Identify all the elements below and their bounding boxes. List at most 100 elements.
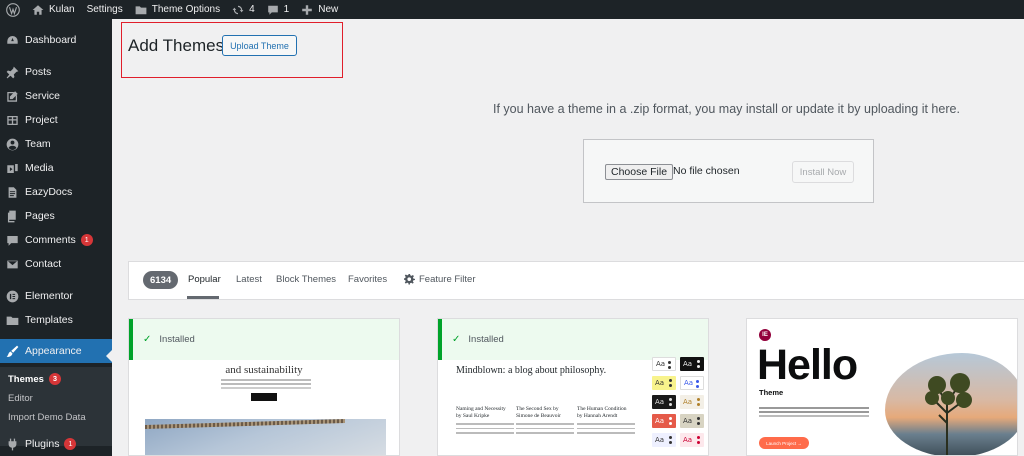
preview-text-line <box>577 432 635 434</box>
submenu-item-themes[interactable]: Themes 3 <box>0 369 112 389</box>
dashboard-icon <box>6 34 19 47</box>
comment-icon <box>267 5 278 15</box>
elementor-logo-icon: IE <box>759 329 771 341</box>
style-swatch: Aa <box>652 357 676 371</box>
theme-preview-heading: and sustainability <box>225 364 303 376</box>
site-name-link[interactable]: Kulan <box>26 0 81 19</box>
plus-icon <box>302 4 313 15</box>
sidebar-item-project[interactable]: Project <box>0 108 112 132</box>
tab-block-themes[interactable]: Block Themes <box>276 274 336 285</box>
checkmark-icon: ✓ <box>143 334 152 345</box>
settings-label: Settings <box>86 4 123 15</box>
comments-link[interactable]: 1 <box>261 0 296 19</box>
document-icon <box>6 186 19 199</box>
table-icon <box>6 114 19 127</box>
checkmark-icon: ✓ <box>452 334 461 345</box>
settings-link[interactable]: Settings <box>81 0 129 19</box>
new-content-link[interactable]: New <box>295 0 344 19</box>
sidebar-item-label: Contact <box>25 258 62 270</box>
sidebar-item-posts[interactable]: Posts <box>0 60 112 84</box>
sidebar-item-plugins[interactable]: Plugins 1 <box>0 432 112 456</box>
style-swatch: Aa <box>680 376 704 390</box>
installed-label: Installed <box>468 334 504 345</box>
theme-card[interactable]: IE Hello Theme Launch Project → <box>746 318 1018 456</box>
sidebar-item-media[interactable]: Media <box>0 156 112 180</box>
submenu-item-import-demo-data[interactable]: Import Demo Data <box>0 407 112 427</box>
submenu-item-label: Editor <box>8 392 33 404</box>
edit-icon <box>6 90 19 103</box>
sidebar-item-label: Team <box>25 138 51 150</box>
preview-post-title: Naming and Necessity <box>456 406 506 412</box>
tab-latest[interactable]: Latest <box>236 274 262 285</box>
admin-sidebar: Dashboard Posts Service Project Team Med… <box>0 19 112 456</box>
sidebar-item-label: Plugins <box>25 438 60 450</box>
sidebar-item-service[interactable]: Service <box>0 84 112 108</box>
admin-bar: Kulan Settings Theme Options 4 1 New <box>0 0 1024 19</box>
submenu-item-label: Import Demo Data <box>8 411 86 423</box>
style-swatch: Aa <box>680 395 704 409</box>
user-circle-icon <box>6 138 19 151</box>
preview-text-line <box>456 423 514 425</box>
sidebar-item-label: EazyDocs <box>25 186 73 198</box>
plugins-badge: 1 <box>64 438 77 450</box>
sidebar-item-eazydocs[interactable]: EazyDocs <box>0 180 112 204</box>
feature-filter-button[interactable]: Feature Filter <box>404 274 476 285</box>
preview-text-line <box>577 427 635 429</box>
elementor-icon <box>6 290 19 303</box>
theme-filter-bar: 6134 Popular Latest Block Themes Favorit… <box>128 261 1024 300</box>
highlight-annotation-box <box>121 22 343 78</box>
style-swatch: Aa <box>652 414 676 428</box>
mail-icon <box>6 258 19 271</box>
sidebar-item-team[interactable]: Team <box>0 132 112 156</box>
sidebar-item-pages[interactable]: Pages <box>0 204 112 228</box>
theme-count-badge: 6134 <box>143 271 179 289</box>
sidebar-item-label: Templates <box>25 314 73 326</box>
preview-post: The Human Condition by Hannah Arendt <box>577 406 635 434</box>
updates-icon <box>232 5 244 14</box>
style-swatch: Aa <box>680 357 704 371</box>
page-icon <box>6 210 19 223</box>
cactus-icon <box>925 373 972 455</box>
theme-preview-image <box>885 353 1017 455</box>
sidebar-item-appearance[interactable]: Appearance <box>0 339 112 363</box>
comments-badge: 1 <box>80 234 93 246</box>
theme-options-link[interactable]: Theme Options <box>129 0 226 19</box>
submenu-item-label: Themes <box>8 373 44 385</box>
installed-notice: ✓ Installed <box>438 319 708 360</box>
preview-text-line <box>456 432 514 434</box>
theme-options-label: Theme Options <box>151 4 221 15</box>
theme-card[interactable]: ✓ Installed and sustainability <box>128 318 400 456</box>
sidebar-item-label: Project <box>25 114 58 126</box>
theme-preview-button <box>251 393 277 401</box>
upload-form: Choose File No file chosen Install Now <box>583 139 874 203</box>
tab-favorites[interactable]: Favorites <box>348 274 387 285</box>
tab-popular[interactable]: Popular <box>188 274 221 285</box>
preview-post-author: by Hannah Arendt <box>577 413 618 419</box>
feature-filter-label: Feature Filter <box>419 274 476 285</box>
sidebar-item-label: Media <box>25 162 54 174</box>
updates-link[interactable]: 4 <box>226 0 261 19</box>
sidebar-item-dashboard[interactable]: Dashboard <box>0 28 112 52</box>
sidebar-item-label: Pages <box>25 210 55 222</box>
preview-text-line <box>456 427 514 429</box>
current-menu-arrow <box>106 350 112 362</box>
updates-count: 4 <box>249 4 255 15</box>
sidebar-item-templates[interactable]: Templates <box>0 308 112 332</box>
plugin-icon <box>6 438 19 451</box>
sidebar-item-contact[interactable]: Contact <box>0 252 112 276</box>
sidebar-item-elementor[interactable]: Elementor <box>0 284 112 308</box>
sidebar-item-comments[interactable]: Comments 1 <box>0 228 112 252</box>
preview-text-line <box>516 432 574 434</box>
comment-icon <box>6 234 19 247</box>
submenu-item-editor[interactable]: Editor <box>0 388 112 408</box>
preview-text-line <box>577 423 635 425</box>
style-swatch: Aa <box>680 414 704 428</box>
theme-card[interactable]: ✓ Installed Mindblown: a blog about phil… <box>437 318 709 456</box>
wordpress-logo-icon[interactable] <box>0 0 26 19</box>
media-icon <box>6 162 19 175</box>
install-now-button[interactable]: Install Now <box>792 161 854 183</box>
themes-badge: 3 <box>48 373 61 385</box>
choose-file-button[interactable]: Choose File <box>605 164 674 180</box>
theme-preview-title: Mindblown: a blog about philosophy. <box>456 365 607 376</box>
home-icon <box>32 4 44 15</box>
